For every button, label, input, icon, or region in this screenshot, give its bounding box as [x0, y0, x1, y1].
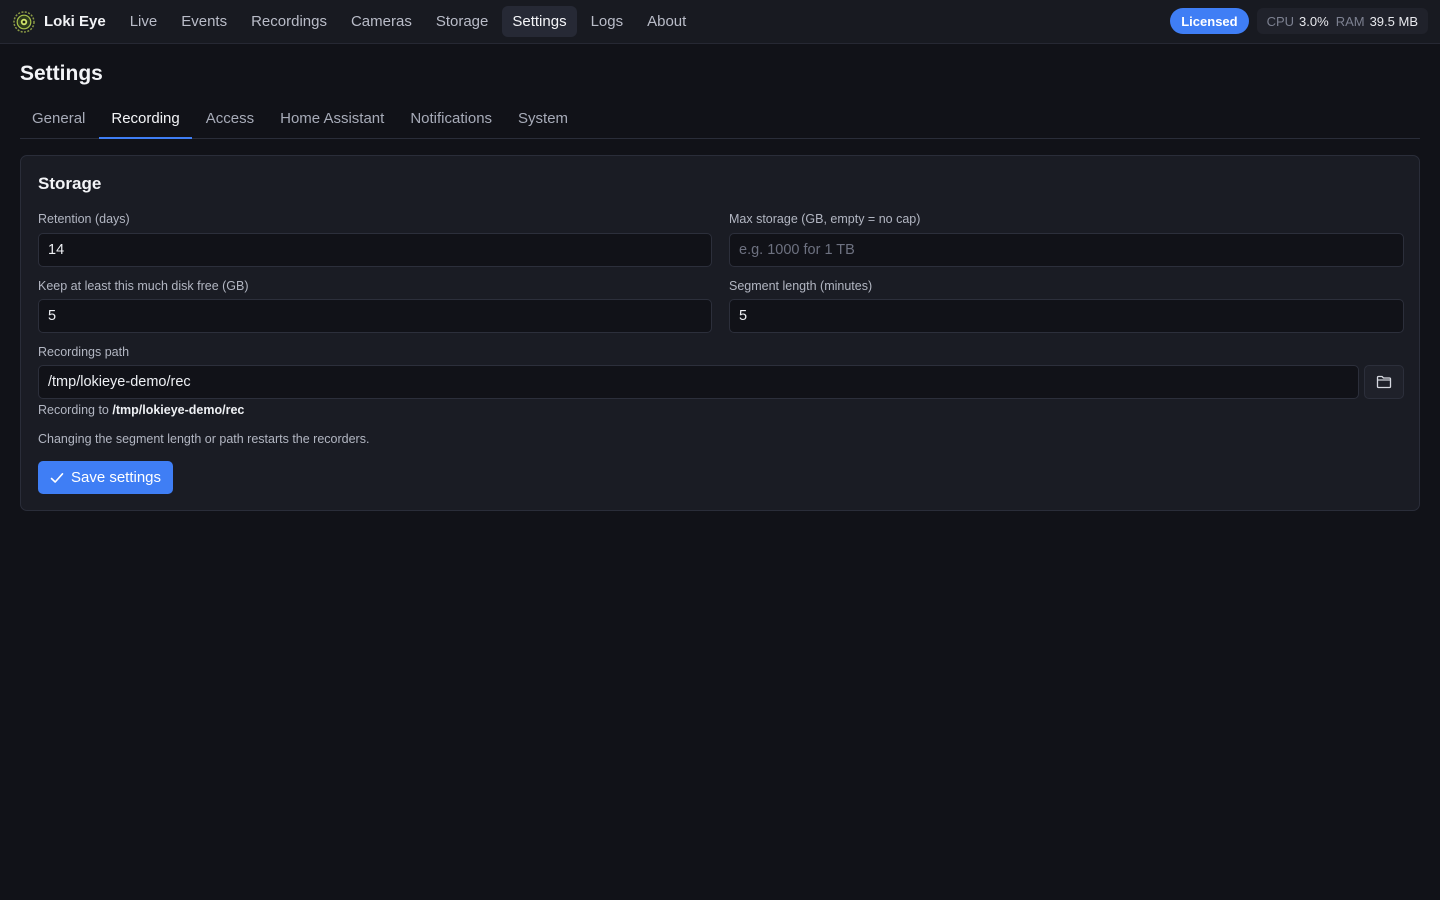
min-free-input[interactable] [38, 299, 712, 333]
segment-length-label: Segment length (minutes) [729, 279, 873, 293]
storage-card-title: Storage [38, 174, 102, 193]
storage-card: Storage Retention (days) Max storage (GB… [20, 155, 1420, 511]
license-badge[interactable]: Licensed [1170, 8, 1249, 34]
resource-stats: CPU 3.0% RAM 39.5 MB [1256, 8, 1428, 34]
cpu-value: 3.0% [1299, 13, 1329, 29]
max-storage-input[interactable] [729, 233, 1404, 267]
tab-notifications[interactable]: Notifications [398, 104, 504, 139]
top-bar: Loki Eye Live Events Recordings Cameras … [0, 0, 1440, 44]
nav-item-logs[interactable]: Logs [581, 6, 634, 37]
tab-access[interactable]: Access [194, 104, 266, 139]
settings-tabs: General Recording Access Home Assistant … [20, 104, 1420, 139]
tab-recording[interactable]: Recording [99, 104, 192, 139]
main-nav: Live Events Recordings Cameras Storage S… [120, 6, 701, 37]
retention-input[interactable] [38, 233, 712, 267]
max-storage-label: Max storage (GB, empty = no cap) [729, 212, 921, 226]
tab-system[interactable]: System [506, 104, 580, 139]
recordings-path-input[interactable] [38, 365, 1359, 399]
nav-item-recordings[interactable]: Recordings [241, 6, 337, 37]
browse-folder-button[interactable] [1364, 365, 1404, 399]
brand[interactable]: Loki Eye [13, 10, 106, 33]
min-free-label: Keep at least this much disk free (GB) [38, 279, 249, 293]
nav-item-live[interactable]: Live [120, 6, 168, 37]
tab-general[interactable]: General [20, 104, 97, 139]
recording-to-path: /tmp/lokieye-demo/rec [112, 403, 245, 417]
save-settings-label: Save settings [70, 469, 162, 486]
eye-logo-icon [13, 10, 35, 33]
recording-to-note: Recording to /tmp/lokieye-demo/rec [38, 403, 244, 417]
restart-help-text: Changing the segment length or path rest… [38, 432, 370, 446]
retention-label: Retention (days) [38, 212, 130, 226]
nav-item-storage[interactable]: Storage [426, 6, 499, 37]
app-name: Loki Eye [44, 13, 106, 30]
folder-icon [1376, 375, 1392, 389]
recording-to-prefix: Recording to [38, 403, 109, 417]
nav-item-events[interactable]: Events [171, 6, 237, 37]
tab-home-assistant[interactable]: Home Assistant [268, 104, 396, 139]
cpu-label: CPU [1266, 13, 1295, 29]
status-area: Licensed CPU 3.0% RAM 39.5 MB [1170, 8, 1428, 34]
segment-length-input[interactable] [729, 299, 1404, 333]
check-icon [50, 472, 64, 484]
save-settings-button[interactable]: Save settings [38, 461, 173, 494]
nav-item-about[interactable]: About [637, 6, 696, 37]
ram-value: 39.5 MB [1369, 13, 1418, 29]
nav-item-settings[interactable]: Settings [502, 6, 577, 37]
recordings-path-label: Recordings path [38, 345, 130, 359]
nav-item-cameras[interactable]: Cameras [341, 6, 422, 37]
ram-label: RAM [1335, 13, 1365, 29]
page-title: Settings [20, 62, 103, 85]
